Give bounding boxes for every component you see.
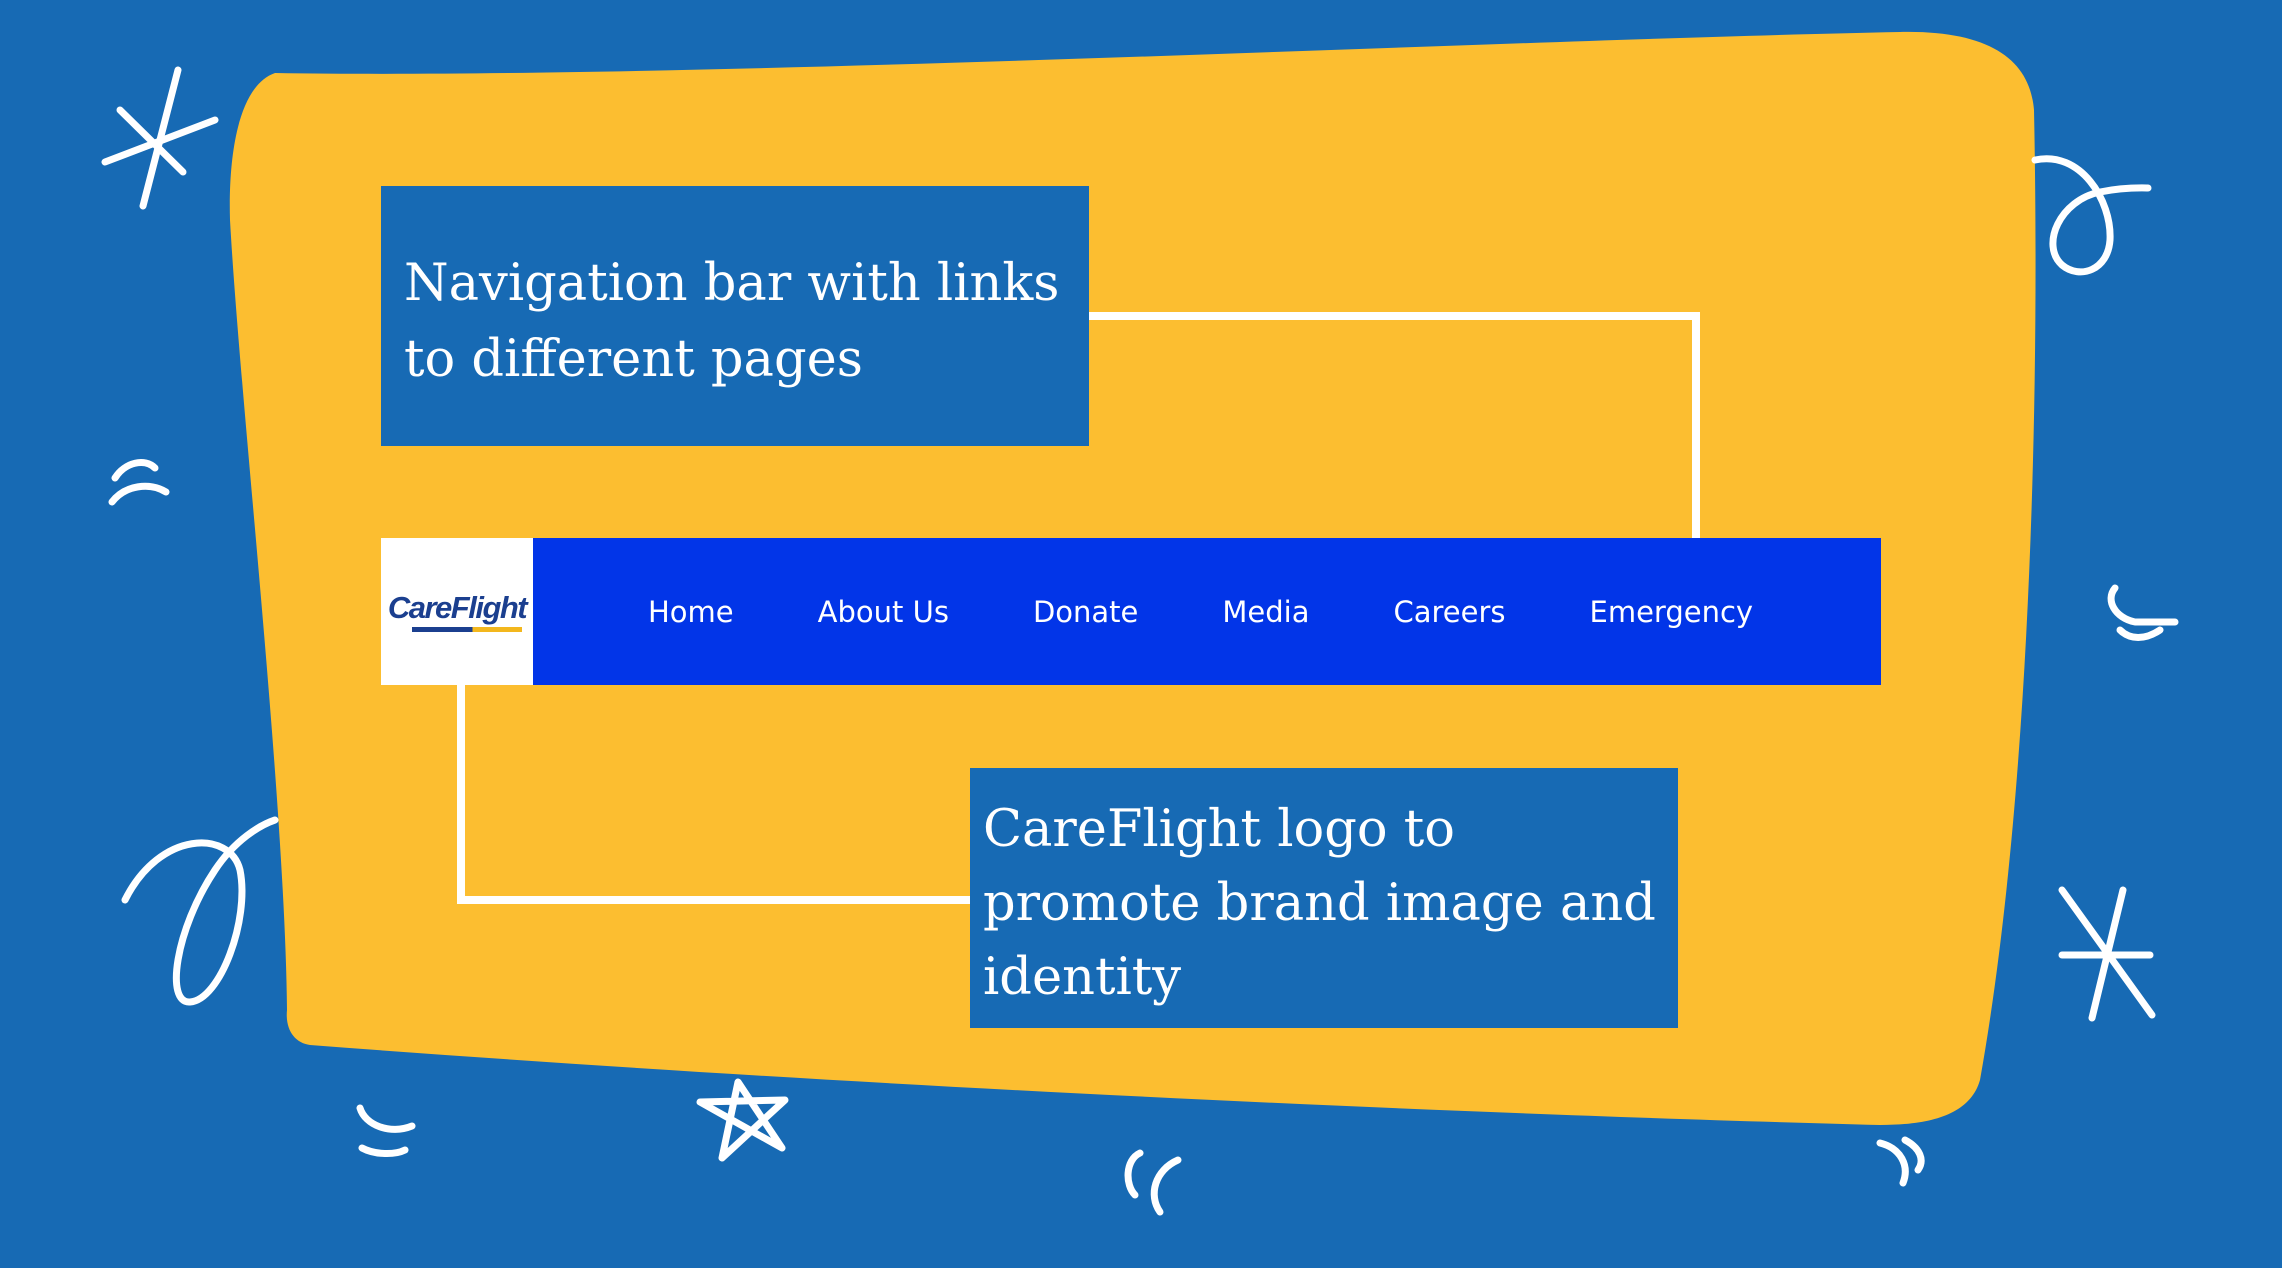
callout-logo: CareFlight logo to promote brand image a…: [970, 768, 1678, 1028]
diagram-canvas: Navigation bar with links to different p…: [0, 0, 2282, 1268]
navigation-bar: CareFlight Home About Us Donate Media Ca…: [381, 538, 1881, 685]
callout-navigation-bar: Navigation bar with links to different p…: [381, 186, 1089, 446]
nav-links: Home About Us Donate Media Careers Emerg…: [533, 538, 1837, 685]
logo-wordmark: CareFlight: [387, 590, 528, 625]
nav-link-about-us[interactable]: About Us: [818, 595, 949, 629]
connector-nav-callout: [1085, 312, 1700, 542]
nav-link-emergency[interactable]: Emergency: [1590, 595, 1754, 629]
callout-navigation-text: Navigation bar with links to different p…: [404, 254, 1060, 389]
careflight-logo[interactable]: CareFlight: [381, 538, 533, 685]
connector-logo-callout: [457, 681, 974, 904]
nav-link-donate[interactable]: Donate: [1033, 595, 1138, 629]
callout-logo-text: CareFlight logo to promote brand image a…: [983, 800, 1656, 1007]
logo-swoosh-icon: [412, 627, 522, 632]
nav-link-careers[interactable]: Careers: [1393, 595, 1505, 629]
nav-link-home[interactable]: Home: [648, 595, 734, 629]
nav-link-media[interactable]: Media: [1222, 595, 1309, 629]
